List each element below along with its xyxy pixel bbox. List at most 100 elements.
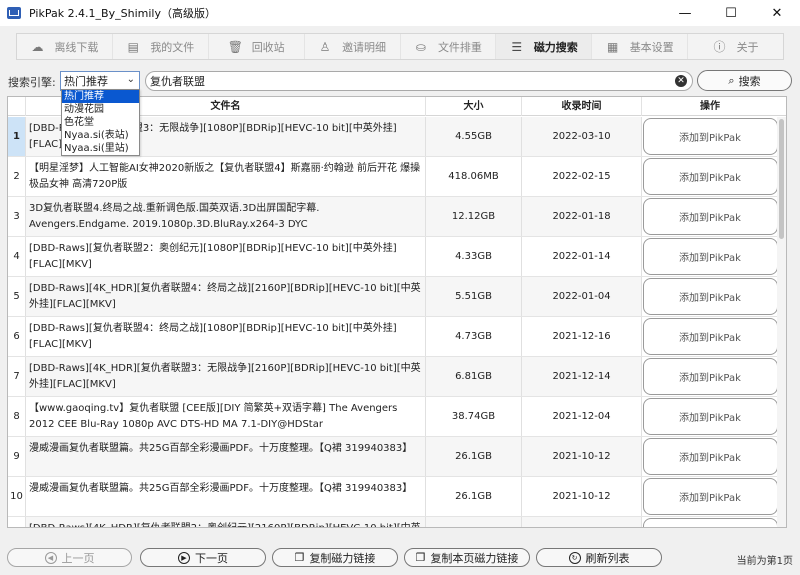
table-row[interactable]: 6 [DBD-Raws][复仇者联盟4：终局之战][1080P][BDRip][H…: [8, 317, 786, 357]
add-to-pikpak-button[interactable]: 添加到PikPak: [642, 238, 778, 275]
tab-label: 关于: [736, 40, 759, 54]
add-to-pikpak-button[interactable]: 添加到PikPak: [642, 118, 778, 155]
tab-invite-details[interactable]: ♙ 邀请明细: [305, 34, 401, 59]
date-added-cell: 2021-10-10: [522, 517, 642, 527]
row-index: 4: [8, 237, 26, 276]
date-added-cell: 2021-12-04: [522, 397, 642, 436]
file-name-cell[interactable]: [DBD-Raws][4K_HDR][复仇者联盟3：无限战争][2160P][B…: [26, 357, 426, 396]
file-name-cell[interactable]: [DBD-Raws][4K_HDR][复仇者联盟2：奥创纪元][2160P][B…: [26, 517, 426, 527]
tab-label: 回收站: [251, 40, 285, 54]
refresh-list-button[interactable]: ↻ 刷新列表: [536, 548, 662, 567]
header-size[interactable]: 大小: [426, 97, 522, 116]
close-button[interactable]: ✕: [754, 0, 800, 26]
minimize-button[interactable]: —: [662, 0, 708, 26]
engine-option[interactable]: Nyaa.si(表站): [62, 129, 139, 142]
search-input[interactable]: 复仇者联盟 ✕: [145, 71, 693, 91]
add-to-pikpak-button[interactable]: 添加到PikPak: [642, 518, 778, 527]
refresh-icon: ↻: [568, 551, 581, 564]
copy-page-magnet-label: 复制本页磁力链接: [430, 551, 519, 565]
add-to-pikpak-button[interactable]: 添加到PikPak: [642, 438, 778, 475]
tab-my-files[interactable]: ▤ 我的文件: [113, 34, 209, 59]
prev-page-label: 上一页: [61, 551, 95, 565]
clear-icon[interactable]: ✕: [675, 75, 687, 87]
copy-magnet-button[interactable]: ❐ 复制磁力链接: [272, 548, 398, 567]
file-name-cell[interactable]: 3D复仇者联盟4.终局之战.重新调色版.国英双语.3D出屏国配字幕. Aveng…: [26, 197, 426, 236]
tab-recycle-bin[interactable]: 🗑 回收站: [209, 34, 305, 59]
date-added-cell: 2021-12-14: [522, 357, 642, 396]
tab-basic-settings[interactable]: ▦ 基本设置: [592, 34, 689, 59]
row-index: 8: [8, 397, 26, 436]
table-row[interactable]: 4 [DBD-Raws][复仇者联盟2：奥创纪元][1080P][BDRip][H…: [8, 237, 786, 277]
add-to-pikpak-button[interactable]: 添加到PikPak: [642, 278, 778, 315]
header-action: 操作: [700, 101, 720, 112]
user-add-icon: ♙: [319, 39, 331, 54]
row-index: 2: [8, 157, 26, 196]
prev-page-button[interactable]: ◀ 上一页: [7, 548, 132, 567]
table-row[interactable]: 7 [DBD-Raws][4K_HDR][复仇者联盟3：无限战争][2160P][…: [8, 357, 786, 397]
add-to-pikpak-button[interactable]: 添加到PikPak: [642, 198, 778, 235]
table-row[interactable]: 11[DBD-Raws][4K_HDR][复仇者联盟2：奥创纪元][2160P]…: [8, 517, 786, 527]
row-index: 9: [8, 437, 26, 476]
file-name-cell[interactable]: 漫威漫画复仇者联盟篇。共25G百部全彩漫画PDF。十万度整理。【Q裙 31994…: [26, 477, 426, 516]
search-button[interactable]: ⌕ 搜索: [697, 70, 792, 91]
action-cell: 添加到PikPak: [642, 397, 778, 436]
add-to-pikpak-button[interactable]: 添加到PikPak: [642, 478, 778, 515]
add-to-pikpak-button[interactable]: 添加到PikPak: [642, 358, 778, 395]
engine-option[interactable]: Nyaa.si(里站): [62, 142, 139, 155]
info-icon: ⓘ: [713, 40, 726, 54]
file-name-cell[interactable]: 【www.gaoqing.tv】复仇者联盟 [CEE版][DIY 简繁英+双语字…: [26, 397, 426, 436]
table-row[interactable]: 2 【明星淫梦】人工智能AI女神2020新版之【复仇者联盟4】斯嘉丽·约翰逊 前后…: [8, 157, 786, 197]
page-indicator: 当前为第1页: [736, 556, 793, 567]
magnet-search-icon: ☰: [511, 39, 523, 54]
next-page-button[interactable]: ▶ 下一页: [140, 548, 266, 567]
table-row[interactable]: 8 【www.gaoqing.tv】复仇者联盟 [CEE版][DIY 简繁英+双语…: [8, 397, 786, 437]
date-added-cell: 2021-12-16: [522, 317, 642, 356]
table-row[interactable]: 3 3D复仇者联盟4.终局之战.重新调色版.国英双语.3D出屏国配字幕. Aven…: [8, 197, 786, 237]
header-date[interactable]: 收录时间: [522, 97, 642, 116]
file-name-cell[interactable]: [DBD-Raws][4K_HDR][复仇者联盟4：终局之战][2160P][B…: [26, 277, 426, 316]
tab-label: 文件排重: [437, 40, 482, 54]
arrow-right-icon: ▶: [178, 551, 190, 564]
engine-option[interactable]: 动漫花园: [62, 103, 139, 116]
search-button-label: 搜索: [738, 74, 761, 88]
table-row[interactable]: 9 漫威漫画复仇者联盟篇。共25G百部全彩漫画PDF。十万度整理。【Q裙 3199…: [8, 437, 786, 477]
window-title: PikPak 2.4.1_By_Shimily（高级版）: [29, 7, 216, 20]
copy-icon: ❐: [415, 551, 426, 564]
file-icon: ▤: [127, 39, 139, 54]
vertical-scrollbar[interactable]: [777, 117, 786, 527]
table-row[interactable]: 5 [DBD-Raws][4K_HDR][复仇者联盟4：终局之战][2160P][…: [8, 277, 786, 317]
add-to-pikpak-button[interactable]: 添加到PikPak: [642, 398, 778, 435]
table-row[interactable]: 10 漫威漫画复仇者联盟篇。共25G百部全彩漫画PDF。十万度整理。【Q裙 319…: [8, 477, 786, 517]
grid-settings-icon: ▦: [607, 39, 619, 54]
copy-icon: ❐: [294, 551, 305, 564]
file-name-cell[interactable]: [DBD-Raws][复仇者联盟2：奥创纪元][1080P][BDRip][HE…: [26, 237, 426, 276]
tab-about[interactable]: ⓘ 关于: [688, 34, 783, 59]
copy-page-magnet-button[interactable]: ❐ 复制本页磁力链接: [404, 548, 530, 567]
engine-option[interactable]: 热门推荐: [62, 90, 139, 103]
tab-label: 邀请明细: [342, 40, 387, 54]
date-added-cell: 2021-10-12: [522, 437, 642, 476]
scrollbar-thumb[interactable]: [779, 119, 784, 239]
add-to-pikpak-button[interactable]: 添加到PikPak: [642, 318, 778, 355]
row-index: 11: [8, 517, 26, 527]
trash-icon: 🗑: [227, 39, 243, 54]
search-engine-select[interactable]: 热门推荐 ⌄: [60, 71, 140, 91]
search-engine-dropdown: 热门推荐 动漫花园 色花堂 Nyaa.si(表站) Nyaa.si(里站): [61, 89, 140, 156]
search-icon: ⌕: [728, 73, 735, 87]
tab-file-dedup[interactable]: ⛀ 文件排重: [401, 34, 497, 59]
copy-magnet-label: 复制磁力链接: [309, 551, 376, 565]
file-name-cell[interactable]: 【明星淫梦】人工智能AI女神2020新版之【复仇者联盟4】斯嘉丽·约翰逊 前后开…: [26, 157, 426, 196]
maximize-button[interactable]: ☐: [708, 0, 754, 26]
tab-magnet-search[interactable]: ☰ 磁力搜索: [496, 34, 593, 59]
tab-label: 基本设置: [629, 40, 674, 54]
date-added-cell: 2022-03-10: [522, 117, 642, 156]
action-cell: 添加到PikPak: [642, 517, 778, 527]
file-name-cell[interactable]: [DBD-Raws][复仇者联盟4：终局之战][1080P][BDRip][HE…: [26, 317, 426, 356]
tab-offline-download[interactable]: ☁ 离线下载: [17, 34, 113, 59]
file-size-cell: 4.73GB: [426, 317, 522, 356]
engine-option[interactable]: 色花堂: [62, 116, 139, 129]
action-cell: 添加到PikPak: [642, 317, 778, 356]
add-to-pikpak-button[interactable]: 添加到PikPak: [642, 158, 778, 195]
file-name-cell[interactable]: 漫威漫画复仇者联盟篇。共25G百部全彩漫画PDF。十万度整理。【Q裙 31994…: [26, 437, 426, 476]
date-added-cell: 2022-01-14: [522, 237, 642, 276]
